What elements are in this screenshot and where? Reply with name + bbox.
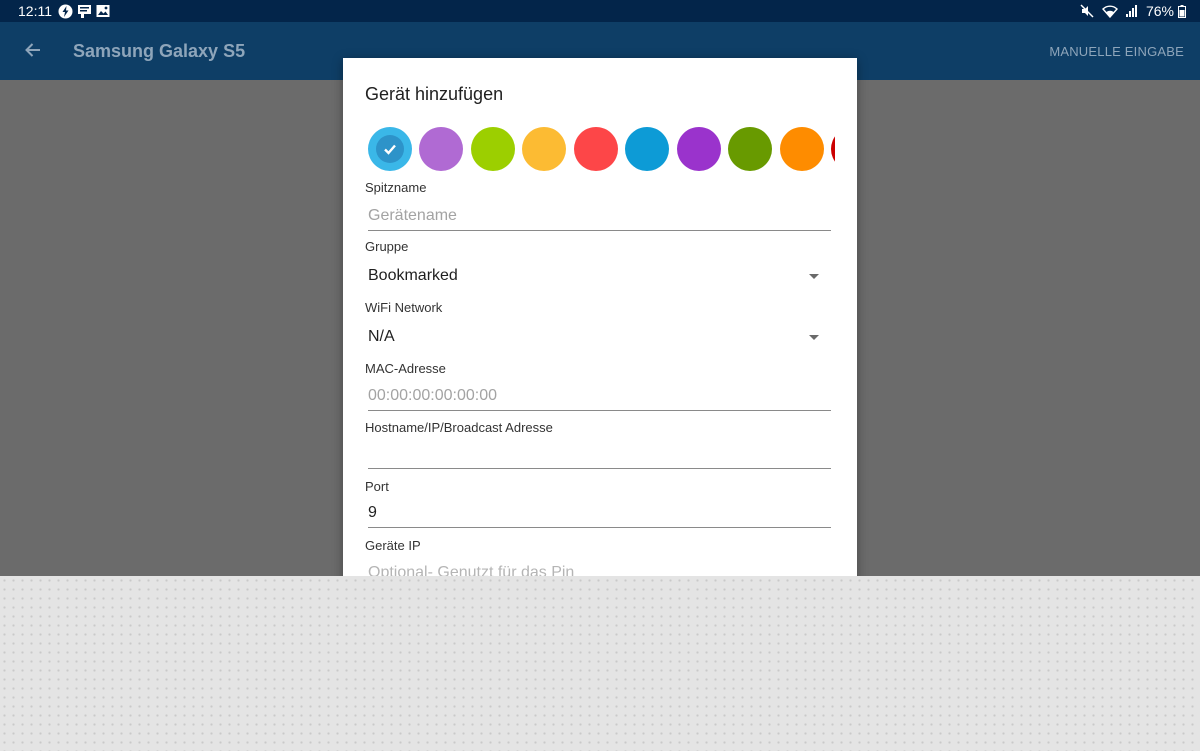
nickname-label: Spitzname (365, 180, 427, 195)
bolt-circle-icon (58, 4, 73, 19)
color-swatch-selected[interactable] (368, 127, 412, 171)
color-swatch[interactable] (677, 127, 721, 171)
gallery-icon (96, 4, 110, 18)
group-label: Gruppe (365, 239, 409, 254)
color-swatch[interactable] (522, 127, 566, 171)
wifi-value: N/A (368, 328, 395, 345)
nickname-input[interactable]: Gerätename (368, 201, 831, 231)
color-picker (368, 127, 835, 171)
dialog-title: Gerät hinzufügen (365, 84, 504, 104)
notification-icon (77, 4, 92, 19)
manual-entry-button[interactable]: MANUELLE EINGABE (1049, 44, 1184, 59)
mac-label: MAC-Adresse (365, 361, 446, 376)
device-ip-placeholder[interactable]: Optional- Genutzt für das Pin (368, 564, 574, 576)
status-time: 12:11 (18, 3, 52, 19)
device-ip-label: Geräte IP (365, 538, 421, 553)
wifi-label: WiFi Network (365, 300, 443, 315)
mac-input[interactable]: 00:00:00:00:00:00 (368, 381, 831, 411)
port-label: Port (365, 479, 389, 494)
checkmark-icon (376, 135, 404, 163)
wifi-icon (1102, 4, 1118, 18)
dropdown-arrow-icon (809, 335, 819, 340)
color-swatch[interactable] (831, 127, 835, 171)
port-value: 9 (368, 503, 377, 521)
page-title: Samsung Galaxy S5 (73, 41, 246, 61)
host-label: Hostname/IP/Broadcast Adresse (365, 420, 553, 435)
group-value: Bookmarked (368, 267, 458, 284)
port-input[interactable]: 9 (368, 498, 831, 528)
add-device-dialog: Gerät hinzufügen Spitzname Gerätename Gr… (343, 58, 857, 576)
status-bar: 12:11 76% (0, 0, 1200, 22)
signal-icon (1125, 5, 1138, 17)
battery-percent: 76% (1145, 3, 1174, 19)
mute-icon (1080, 4, 1094, 18)
color-swatch[interactable] (471, 127, 515, 171)
device-screen: 12:11 76% Samsung Galaxy S5 MANUELLE EIN… (0, 0, 1200, 576)
color-swatch[interactable] (625, 127, 669, 171)
battery-icon (1178, 4, 1186, 18)
host-input[interactable] (368, 439, 831, 469)
group-select[interactable]: Bookmarked (368, 261, 831, 291)
color-swatch[interactable] (728, 127, 772, 171)
mac-placeholder: 00:00:00:00:00:00 (368, 386, 498, 404)
dropdown-arrow-icon (809, 274, 819, 279)
nickname-placeholder: Gerätename (368, 206, 457, 224)
back-arrow-icon[interactable] (24, 41, 44, 61)
wifi-select[interactable]: N/A (368, 322, 831, 352)
color-swatch[interactable] (419, 127, 463, 171)
color-swatch[interactable] (780, 127, 824, 171)
color-swatch[interactable] (574, 127, 618, 171)
